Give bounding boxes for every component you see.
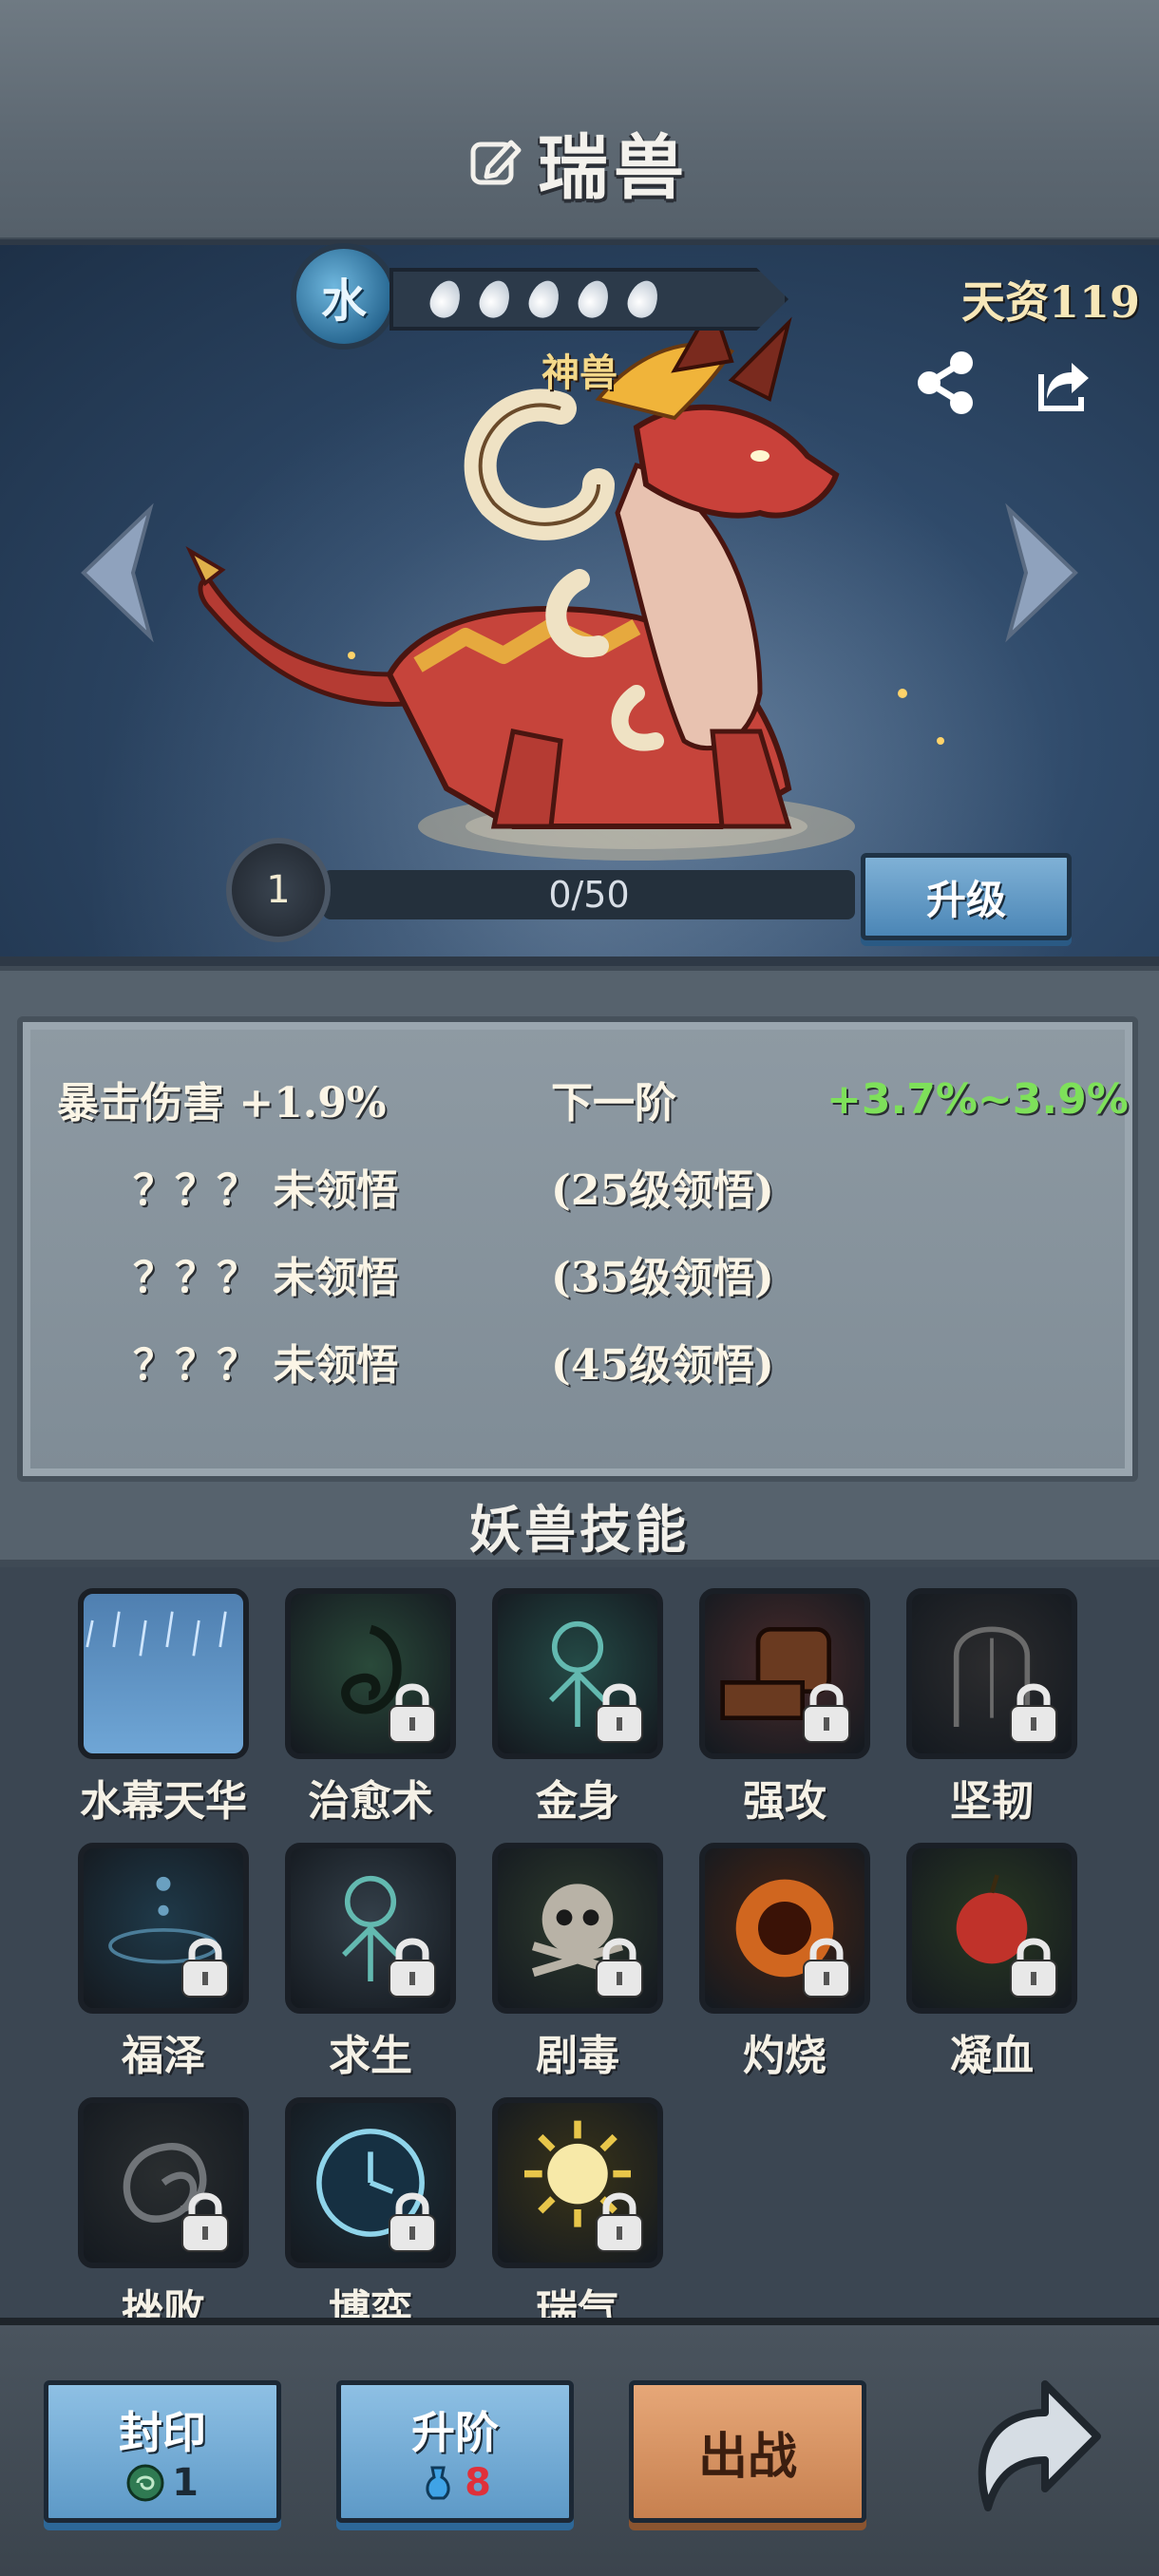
advance-cost: 8 bbox=[419, 2461, 491, 2505]
figure-icon bbox=[492, 1588, 663, 1759]
skill-slot[interactable]: 治愈术 bbox=[285, 1588, 456, 1826]
lock-icon bbox=[389, 2192, 436, 2252]
skill-label: 求生 bbox=[329, 2032, 412, 2080]
lock-icon bbox=[389, 1938, 436, 1998]
previous-beast-arrow-icon[interactable] bbox=[74, 502, 160, 644]
skill-slot[interactable]: 剧毒 bbox=[492, 1843, 663, 2080]
attribute-name: ？？？ 未领悟 bbox=[133, 1166, 399, 1215]
lock-icon bbox=[181, 1938, 229, 1998]
skill-label: 强攻 bbox=[743, 1777, 826, 1826]
lock-icon bbox=[596, 2192, 643, 2252]
skill-label: 金身 bbox=[536, 1777, 619, 1826]
skill-slot[interactable]: 金身 bbox=[492, 1588, 663, 1826]
fire-icon bbox=[699, 1843, 870, 2014]
battle-button-label: 出战 bbox=[697, 2427, 797, 2486]
lock-icon bbox=[596, 1683, 643, 1743]
skill-label: 灼烧 bbox=[743, 2032, 826, 2080]
skill-slot[interactable]: 强攻 bbox=[699, 1588, 870, 1826]
element-badge-water: 水 bbox=[291, 243, 397, 350]
seal-count: 1 bbox=[172, 2461, 199, 2505]
seal-button-label: 封印 bbox=[119, 2407, 206, 2458]
seal-orb-icon bbox=[126, 2464, 164, 2502]
talent-value: 天资119 bbox=[960, 276, 1140, 328]
blue-potion-icon bbox=[426, 2466, 450, 2500]
lock-icon bbox=[1010, 1938, 1057, 1998]
title-area: 瑞兽 bbox=[0, 104, 1159, 218]
next-tier-label: 下一阶 bbox=[551, 1079, 676, 1127]
skill-label: 水幕天华 bbox=[80, 1777, 247, 1826]
skill-slot[interactable]: 坚韧 bbox=[906, 1588, 1077, 1826]
skill-slot[interactable]: 凝血 bbox=[906, 1843, 1077, 2080]
skill-label: 福泽 bbox=[122, 2032, 205, 2080]
spiral-icon bbox=[285, 1588, 456, 1759]
advance-button[interactable]: 升阶 8 bbox=[336, 2380, 574, 2523]
edit-icon[interactable] bbox=[469, 135, 522, 188]
lock-icon bbox=[803, 1938, 850, 1998]
figure-icon bbox=[285, 1843, 456, 2014]
unlock-hint: (45级领悟) bbox=[551, 1341, 774, 1390]
experience-bar: 0/50 bbox=[323, 870, 855, 919]
next-tier-value: +3.7%~3.9% bbox=[826, 1074, 1129, 1124]
drop-icon bbox=[426, 276, 466, 322]
skull-icon bbox=[492, 1843, 663, 2014]
attribute-row-locked: ？？？ 未领悟 (45级领悟) bbox=[57, 1328, 1102, 1394]
skill-slot[interactable]: 灼烧 bbox=[699, 1843, 870, 2080]
fist-icon bbox=[699, 1588, 870, 1759]
drop-icon bbox=[623, 276, 663, 322]
skill-slot[interactable]: 博弈 bbox=[285, 2097, 456, 2335]
skill-slot[interactable]: 求生 bbox=[285, 1843, 456, 2080]
vortex-icon bbox=[78, 2097, 249, 2268]
drop-icon bbox=[475, 276, 515, 322]
unlock-hint: (35级领悟) bbox=[551, 1254, 774, 1302]
skill-label: 治愈术 bbox=[308, 1777, 433, 1826]
skill-label: 剧毒 bbox=[536, 2032, 619, 2080]
attribute-row-locked: ？？？ 未领悟 (25级领悟) bbox=[57, 1153, 1102, 1220]
attribute-name: ？？？ 未领悟 bbox=[133, 1254, 399, 1302]
seal-button[interactable]: 封印 1 bbox=[44, 2380, 281, 2523]
next-beast-arrow-icon[interactable] bbox=[999, 502, 1085, 644]
attribute-row-locked: ？？？ 未领悟 (35级领悟) bbox=[57, 1241, 1102, 1307]
battle-button[interactable]: 出战 bbox=[629, 2380, 866, 2523]
seal-cost: 1 bbox=[126, 2461, 199, 2505]
lock-icon bbox=[181, 2192, 229, 2252]
lock-icon bbox=[1010, 1683, 1057, 1743]
advance-count: 8 bbox=[465, 2461, 491, 2505]
skill-slot[interactable]: 水幕天华 bbox=[78, 1588, 249, 1826]
lock-icon bbox=[596, 1938, 643, 1998]
ripple-icon bbox=[78, 1843, 249, 2014]
unlock-hint: (25级领悟) bbox=[551, 1166, 774, 1215]
star-rating-drops bbox=[390, 268, 788, 331]
rain-icon bbox=[78, 1588, 249, 1759]
beast-rank-label: 神兽 bbox=[542, 350, 618, 395]
apple-icon bbox=[906, 1843, 1077, 2014]
attribute-name: 暴击伤害 +1.9% bbox=[57, 1079, 387, 1127]
export-icon[interactable] bbox=[1034, 353, 1094, 414]
skill-slot[interactable]: 挫败 bbox=[78, 2097, 249, 2335]
helmet-icon bbox=[906, 1588, 1077, 1759]
share-icon[interactable] bbox=[910, 348, 980, 418]
sun-icon bbox=[492, 2097, 663, 2268]
lock-icon bbox=[389, 1683, 436, 1743]
clock-icon bbox=[285, 2097, 456, 2268]
skills-title: 妖兽技能 bbox=[469, 1498, 690, 1560]
back-arrow-icon[interactable] bbox=[960, 2365, 1102, 2517]
skill-label: 坚韧 bbox=[950, 1777, 1034, 1826]
drop-icon bbox=[524, 276, 564, 322]
page-title: 瑞兽 bbox=[538, 126, 690, 209]
attribute-row-main: 暴击伤害 +1.9% 下一阶 +3.7%~3.9% bbox=[57, 1066, 1129, 1132]
drop-icon bbox=[574, 276, 614, 322]
skill-slot[interactable]: 瑞气 bbox=[492, 2097, 663, 2335]
lock-icon bbox=[803, 1683, 850, 1743]
beast-level: 1 bbox=[226, 838, 331, 942]
upgrade-button[interactable]: 升级 bbox=[861, 853, 1072, 940]
advance-button-label: 升阶 bbox=[411, 2407, 499, 2458]
attribute-name: ？？？ 未领悟 bbox=[133, 1341, 399, 1390]
skill-label: 凝血 bbox=[950, 2032, 1034, 2080]
skill-slot[interactable]: 福泽 bbox=[78, 1843, 249, 2080]
